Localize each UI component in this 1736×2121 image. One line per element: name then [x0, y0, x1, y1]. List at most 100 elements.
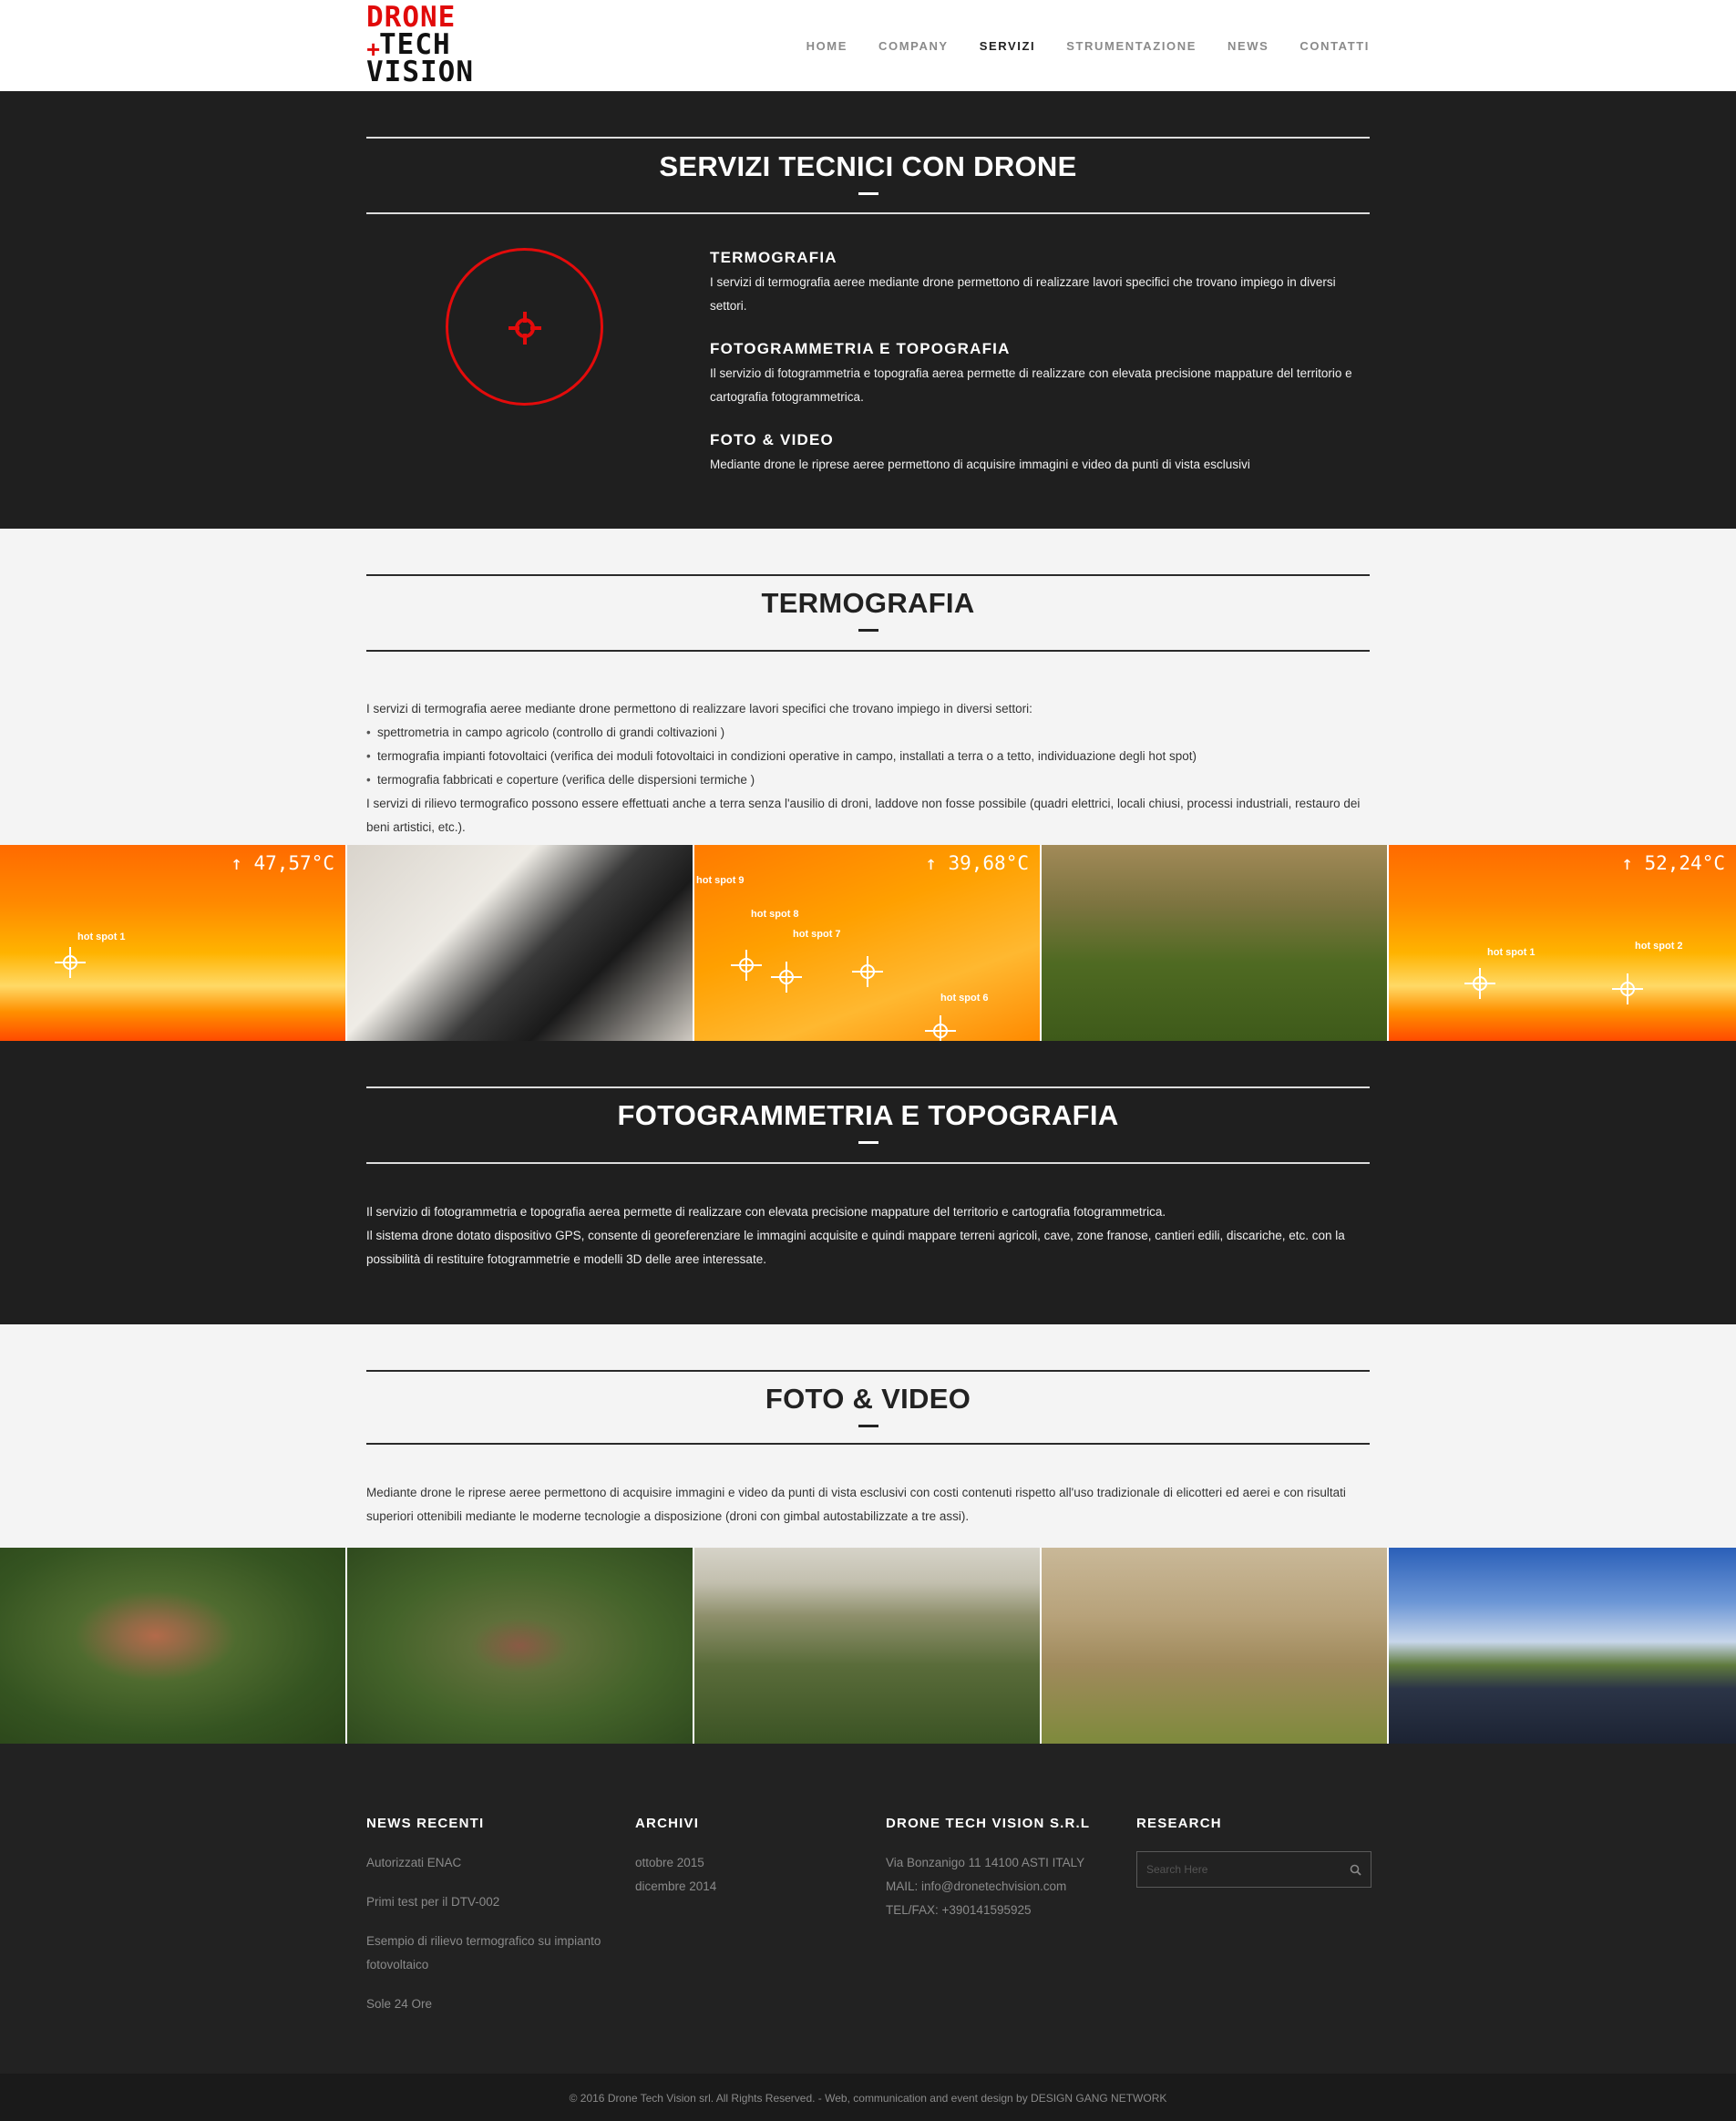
hotspot-crosshair-icon — [55, 947, 86, 978]
hotspot-label: hot spot 2 — [1635, 941, 1683, 952]
paragraph: Mediante drone le riprese aeree permetto… — [366, 1486, 1346, 1523]
hotspot-crosshair-icon — [852, 956, 883, 987]
hotspot-label: hot spot 6 — [940, 993, 989, 1004]
main-nav: HOME COMPANY SERVIZI STRUMENTAZIONE NEWS… — [806, 0, 1370, 91]
title-dash — [858, 192, 878, 195]
list-item: spettrometria in campo agricolo (control… — [366, 721, 1370, 745]
nav-news[interactable]: NEWS — [1228, 39, 1269, 53]
bullet-list: spettrometria in campo agricolo (control… — [366, 721, 1370, 792]
divider — [366, 1086, 1370, 1088]
news-link[interactable]: Autorizzati ENAC — [366, 1851, 603, 1875]
gallery-drone-photo[interactable] — [1042, 1548, 1387, 1744]
section-title: FOTOGRAMMETRIA E TOPOGRAFIA — [617, 1099, 1119, 1131]
gallery-thermal-photo[interactable]: ↑ 52,24°C hot spot 1 hot spot 2 — [1389, 845, 1736, 1041]
hotspot-crosshair-icon — [1464, 968, 1495, 999]
site-header: DRONE + TECH VISION HOME COMPANY SERVIZI… — [0, 0, 1736, 91]
gallery-aerial-photo[interactable] — [347, 1548, 693, 1744]
divider — [366, 650, 1370, 652]
gallery-equipment-photo[interactable] — [347, 845, 693, 1041]
intro-section: SERVIZI TECNICI CON DRONE TERMOGRAFIA I … — [0, 91, 1736, 529]
section-title: TERMOGRAFIA — [761, 587, 975, 619]
divider — [366, 1162, 1370, 1164]
hotspot-label: hot spot 1 — [77, 932, 126, 942]
service-foto-video: FOTO & VIDEO Mediante drone le riprese a… — [710, 431, 1357, 477]
gallery-solar-field-photo[interactable] — [1389, 1548, 1736, 1744]
divider — [366, 1443, 1370, 1445]
temperature-readout: ↑ 52,24°C — [1621, 852, 1725, 874]
nav-home[interactable]: HOME — [806, 39, 847, 53]
fotogrammetria-body: Il servizio di fotogrammetria e topograf… — [366, 1200, 1370, 1272]
foto-video-heading: FOTO & VIDEO — [0, 1324, 1736, 1445]
site-footer: NEWS RECENTI Autorizzati ENAC Primi test… — [0, 1744, 1736, 2074]
termografia-body: I servizi di termografia aeree mediante … — [366, 697, 1370, 839]
archive-link[interactable]: ottobre 2015 — [635, 1851, 836, 1875]
fotogrammetria-heading: FOTOGRAMMETRIA E TOPOGRAFIA — [0, 1041, 1736, 1164]
search-icon[interactable] — [1350, 1864, 1361, 1876]
section-title: FOTO & VIDEO — [765, 1383, 971, 1415]
service-fotogrammetria: FOTOGRAMMETRIA E TOPOGRAFIA Il servizio … — [710, 340, 1357, 409]
list-item: termografia fabbricati e coperture (veri… — [366, 768, 1370, 792]
search-box — [1136, 1851, 1371, 1888]
news-link[interactable]: Esempio di rilievo termografico su impia… — [366, 1930, 603, 1977]
hotspot-label: hot spot 7 — [793, 929, 841, 940]
copyright-bar: © 2016 Drone Tech Vision srl. All Rights… — [0, 2074, 1736, 2121]
company-mail[interactable]: MAIL: info@dronetechvision.com — [886, 1875, 1123, 1899]
service-text: Mediante drone le riprese aeree permetto… — [710, 458, 1250, 471]
crosshair-icon — [508, 312, 541, 345]
title-dash — [858, 1141, 878, 1144]
divider — [366, 1370, 1370, 1372]
gallery-thermal-photo[interactable]: ↑ 47,57°C hot spot 1 — [0, 845, 345, 1041]
service-text: I servizi di termografia aeree mediante … — [710, 275, 1336, 313]
service-text: Il servizio di fotogrammetria e topograf… — [710, 366, 1352, 404]
gallery-aerial-photo[interactable] — [0, 1548, 345, 1744]
paragraph: I servizi di rilievo termografico posson… — [366, 797, 1361, 834]
list-item: termografia impianti fotovoltaici (verif… — [366, 745, 1370, 768]
divider — [366, 212, 1370, 214]
footer-heading: RESEARCH — [1136, 1816, 1222, 1831]
footer-archive: ARCHIVI ottobre 2015 dicembre 2014 — [635, 1816, 836, 1899]
paragraph: Il sistema drone dotato dispositivo GPS,… — [366, 1229, 1345, 1266]
company-phone: TEL/FAX: +390141595925 — [886, 1903, 1032, 1917]
paragraph: Il servizio di fotogrammetria e topograf… — [366, 1205, 1166, 1219]
hotspot-label: hot spot 8 — [751, 909, 799, 920]
search-input[interactable] — [1146, 1863, 1350, 1876]
divider — [366, 574, 1370, 576]
termografia-gallery: ↑ 47,57°C hot spot 1 ↑ 39,68°C hot spot … — [0, 845, 1736, 1041]
service-title: FOTOGRAMMETRIA E TOPOGRAFIA — [710, 340, 1011, 357]
nav-strumentazione[interactable]: STRUMENTAZIONE — [1066, 39, 1197, 53]
nav-contatti[interactable]: CONTATTI — [1299, 39, 1370, 53]
title-dash — [858, 1425, 878, 1427]
news-link[interactable]: Primi test per il DTV-002 — [366, 1890, 603, 1914]
divider — [366, 137, 1370, 139]
page-title: SERVIZI TECNICI CON DRONE — [659, 150, 1077, 182]
hotspot-crosshair-icon — [731, 950, 762, 981]
footer-company: DRONE TECH VISION S.R.L Via Bonzanigo 11… — [886, 1816, 1123, 1922]
news-link[interactable]: Sole 24 Ore — [366, 1992, 603, 2016]
termografia-section: TERMOGRAFIA I servizi di termografia aer… — [0, 529, 1736, 845]
archive-link[interactable]: dicembre 2014 — [635, 1875, 836, 1899]
gallery-thermal-photo[interactable]: ↑ 39,68°C hot spot 9 hot spot 8 hot spot… — [694, 845, 1040, 1041]
gallery-drone-photo[interactable] — [1042, 845, 1387, 1041]
fotogrammetria-section: FOTOGRAMMETRIA E TOPOGRAFIA Il servizio … — [0, 1041, 1736, 1324]
intro-heading: SERVIZI TECNICI CON DRONE — [0, 91, 1736, 214]
paragraph: I servizi di termografia aeree mediante … — [366, 702, 1032, 716]
footer-heading: NEWS RECENTI — [366, 1816, 485, 1831]
hotspot-label: hot spot 1 — [1487, 947, 1536, 958]
company-address: Via Bonzanigo 11 14100 ASTI ITALY — [886, 1856, 1085, 1869]
title-dash — [858, 629, 878, 632]
hotspot-crosshair-icon — [1612, 973, 1643, 1004]
temperature-readout: ↑ 39,68°C — [925, 852, 1029, 874]
foto-video-body: Mediante drone le riprese aeree permetto… — [366, 1481, 1370, 1529]
hotspot-crosshair-icon — [771, 962, 802, 993]
temperature-readout: ↑ 47,57°C — [231, 852, 334, 874]
gallery-landscape-photo[interactable] — [694, 1548, 1040, 1744]
footer-heading: DRONE TECH VISION S.R.L — [886, 1816, 1091, 1831]
nav-company[interactable]: COMPANY — [878, 39, 949, 53]
nav-servizi[interactable]: SERVIZI — [980, 39, 1036, 53]
logo[interactable]: DRONE + TECH VISION — [366, 4, 473, 89]
hotspot-label: hot spot 9 — [696, 875, 745, 886]
footer-news: NEWS RECENTI Autorizzati ENAC Primi test… — [366, 1816, 603, 2016]
service-termografia: TERMOGRAFIA I servizi di termografia aer… — [710, 249, 1357, 318]
service-title: FOTO & VIDEO — [710, 431, 834, 448]
logo-line-vision: VISION — [366, 56, 474, 88]
